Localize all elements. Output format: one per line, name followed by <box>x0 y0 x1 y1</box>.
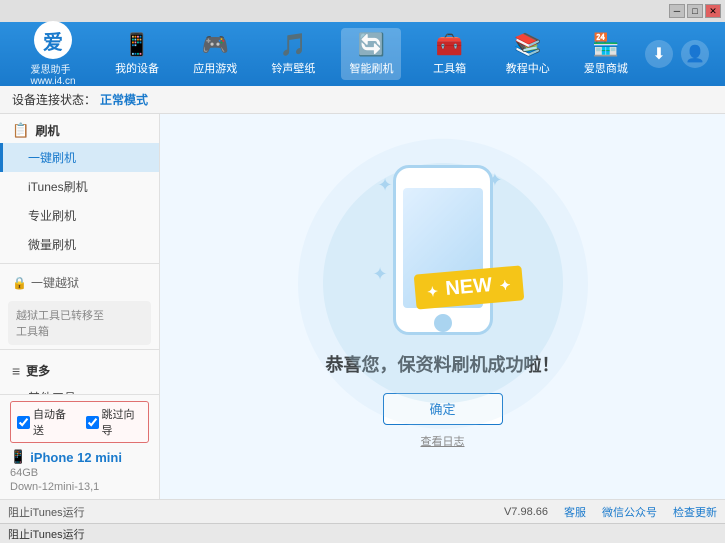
logo-tagline: 爱思助手 www.i4.cn <box>30 61 75 87</box>
sidebar-item-other-tools[interactable]: 其他工具 <box>0 383 159 394</box>
main-layout: 📋 刷机 一键刷机 iTunes刷机 专业刷机 微量刷机 <box>0 114 725 499</box>
nav-apps-games[interactable]: 🎮 应用游戏 <box>185 28 245 80</box>
close-button[interactable]: ✕ <box>705 4 721 18</box>
sidebar: 📋 刷机 一键刷机 iTunes刷机 专业刷机 微量刷机 <box>0 114 160 499</box>
nav-right-buttons: ⬇ 👤 <box>645 40 717 68</box>
nav-ringtones[interactable]: 🎵 铃声壁纸 <box>263 28 323 80</box>
nav-tutorials[interactable]: 📚 教程中心 <box>498 28 558 80</box>
download-button[interactable]: ⬇ <box>645 40 673 68</box>
mall-icon: 🏪 <box>592 32 619 58</box>
lock-icon: 🔒 <box>12 276 27 290</box>
auto-backup-checkbox[interactable] <box>17 416 30 429</box>
apps-games-icon: 🎮 <box>202 32 229 58</box>
title-bar: ─ □ ✕ <box>0 0 725 22</box>
itunes-status: 阻止iTunes运行 <box>8 504 85 520</box>
checkbox-area: 自动备送 跳过向导 <box>10 401 149 443</box>
check-update-link[interactable]: 检查更新 <box>673 504 717 520</box>
tutorials-icon: 📚 <box>514 32 541 58</box>
bottom-bar: 阻止iTunes运行 V7.98.66 客服 微信公众号 检查更新 <box>0 499 725 523</box>
device-name: 📱 iPhone 12 mini <box>10 449 149 465</box>
bottom-right: V7.98.66 客服 微信公众号 检查更新 <box>504 504 717 520</box>
more-icon: ≡ <box>12 363 20 379</box>
minimize-button[interactable]: ─ <box>669 4 685 18</box>
sidebar-full: 📋 刷机 一键刷机 iTunes刷机 专业刷机 微量刷机 <box>0 114 159 499</box>
bottom-left: 阻止iTunes运行 <box>8 504 488 520</box>
sidebar-item-pro-flash[interactable]: 专业刷机 <box>0 201 159 230</box>
sidebar-scrollable: 📋 刷机 一键刷机 iTunes刷机 专业刷机 微量刷机 <box>0 114 159 394</box>
flash-icon: 📋 <box>12 122 29 139</box>
toolbox-icon: 🧰 <box>436 32 463 58</box>
nav-mall[interactable]: 🏪 爱思商城 <box>576 28 636 80</box>
status-prefix: 设备连接状态： <box>12 91 96 108</box>
sidebar-item-itunes-flash[interactable]: iTunes刷机 <box>0 172 159 201</box>
ringtones-icon: 🎵 <box>280 32 307 58</box>
jailbreak-note: 越狱工具已转移至工具箱 <box>8 301 151 345</box>
via-wizard-checkbox[interactable] <box>86 416 99 429</box>
nav-my-device[interactable]: 📱 我的设备 <box>107 28 167 80</box>
auto-backup-checkbox-item[interactable]: 自动备送 <box>17 406 74 438</box>
nav-smart-flash[interactable]: 🔄 智能刷机 <box>341 28 401 80</box>
sidebar-item-one-click-flash[interactable]: 一键刷机 <box>0 143 159 172</box>
view-log-link[interactable]: 查看日志 <box>421 433 465 449</box>
flash-section-title: 📋 刷机 <box>0 114 159 143</box>
status-bar: 设备连接状态： 正常模式 <box>0 86 725 114</box>
itunes-bar-label: 阻止iTunes运行 <box>8 526 85 542</box>
sparkle-bl: ✦ <box>373 264 388 285</box>
status-value: 正常模式 <box>100 91 148 108</box>
nav-bar: 爱 爱思助手 www.i4.cn 📱 我的设备 🎮 应用游戏 🎵 铃声壁纸 🔄 … <box>0 22 725 86</box>
support-link[interactable]: 客服 <box>564 504 586 520</box>
jailbreak-section-header: 🔒 一键越狱 <box>0 268 159 297</box>
divider-2 <box>0 349 159 350</box>
version-label: V7.98.66 <box>504 506 548 518</box>
logo-area: 爱 爱思助手 www.i4.cn <box>8 21 98 87</box>
nav-items: 📱 我的设备 🎮 应用游戏 🎵 铃声壁纸 🔄 智能刷机 🧰 工具箱 📚 教程中心… <box>98 28 645 80</box>
phone-home-button <box>434 314 452 332</box>
more-section-title: ≡ 更多 <box>0 354 159 383</box>
divider-1 <box>0 263 159 264</box>
nav-toolbox[interactable]: 🧰 工具箱 <box>420 28 480 80</box>
sidebar-device-area: 自动备送 跳过向导 📱 iPhone 12 mini 64GB Down-12m… <box>0 394 159 499</box>
sparkle-tl: ✦ <box>378 175 393 196</box>
user-button[interactable]: 👤 <box>681 40 709 68</box>
device-icon: 📱 <box>10 449 26 465</box>
phone-body <box>393 165 493 335</box>
device-system: Down-12mini-13,1 <box>10 481 149 493</box>
device-storage: 64GB <box>10 467 149 479</box>
sidebar-item-save-flash[interactable]: 微量刷机 <box>0 230 159 259</box>
wechat-link[interactable]: 微信公众号 <box>602 504 657 520</box>
via-wizard-checkbox-item[interactable]: 跳过向导 <box>86 406 143 438</box>
itunes-bar[interactable]: 阻止iTunes运行 <box>0 523 725 543</box>
smart-flash-icon: 🔄 <box>358 32 385 58</box>
maximize-button[interactable]: □ <box>687 4 703 18</box>
my-device-icon: 📱 <box>123 32 150 58</box>
content-area: ✦ ✦ ✦ ✦ NEW ✦ 恭喜您，保资料刷机成功啦！ 确定 查看日志 <box>160 114 725 499</box>
phone-illustration: ✦ ✦ ✦ ✦ NEW ✦ <box>393 165 493 335</box>
logo-icon: 爱 <box>34 21 72 59</box>
